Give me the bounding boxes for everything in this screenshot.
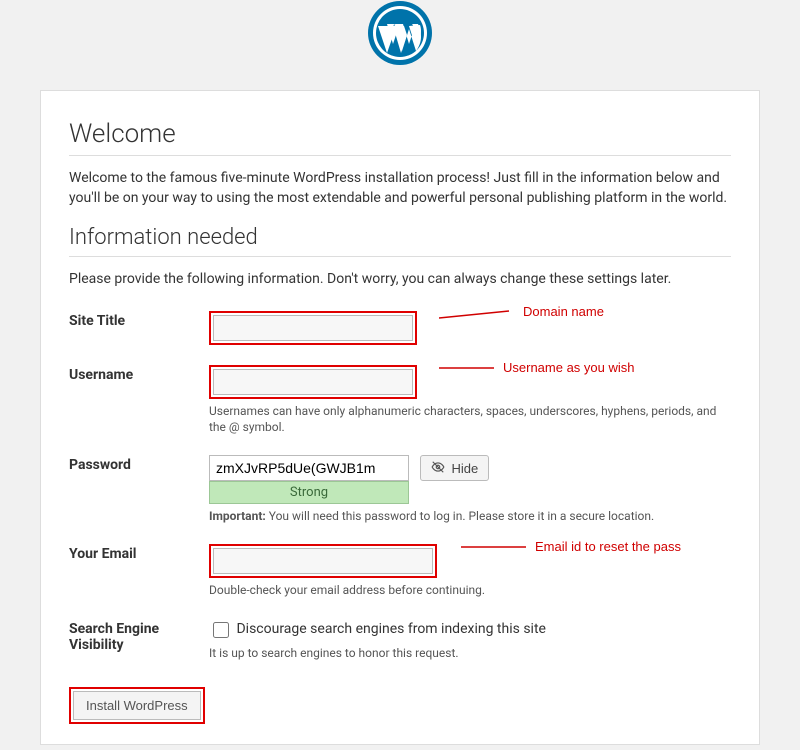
username-hint: Usernames can have only alphanumeric cha…: [209, 403, 731, 435]
email-hint: Double-check your email address before c…: [209, 582, 731, 598]
install-wordpress-button[interactable]: Install WordPress: [73, 691, 201, 720]
site-title-label: Site Title: [69, 301, 209, 355]
sev-checkbox[interactable]: [213, 622, 229, 638]
sev-hint: It is up to search engines to honor this…: [209, 645, 731, 661]
sev-label: Search Engine Visibility: [69, 609, 209, 671]
email-label: Your Email: [69, 534, 209, 608]
annotation-site-title: Domain name: [439, 307, 519, 321]
eye-slash-icon: [431, 460, 445, 477]
password-label: Password: [69, 445, 209, 534]
site-title-input[interactable]: [213, 315, 413, 341]
annotation-email: Email id to reset the pass: [461, 542, 531, 552]
password-important: Important: You will need this password t…: [209, 508, 731, 524]
username-label: Username: [69, 355, 209, 445]
password-strength-meter: Strong: [209, 481, 409, 504]
install-form: Site Title Domain name Username: [69, 301, 731, 671]
annotation-box: [209, 544, 437, 578]
install-card: Welcome Welcome to the famous five-minut…: [40, 90, 760, 745]
wordpress-logo-icon: [367, 0, 433, 66]
logo-bar: [5, 0, 795, 90]
email-input[interactable]: [213, 548, 433, 574]
annotation-box: [209, 365, 417, 399]
password-input[interactable]: [209, 455, 409, 481]
sev-checkbox-label: Discourage search engines from indexing …: [236, 621, 545, 637]
annotation-box: [209, 311, 417, 345]
welcome-text: Welcome to the famous five-minute WordPr…: [69, 168, 731, 209]
hide-password-label: Hide: [451, 461, 478, 476]
info-instruction: Please provide the following information…: [69, 269, 731, 289]
annotation-username: Username as you wish: [439, 363, 499, 373]
annotation-box: Install WordPress: [69, 687, 205, 724]
info-needed-heading: Information needed: [69, 225, 731, 257]
hide-password-button[interactable]: Hide: [420, 455, 489, 481]
username-input[interactable]: [213, 369, 413, 395]
sev-checkbox-wrap[interactable]: Discourage search engines from indexing …: [209, 621, 546, 637]
welcome-heading: Welcome: [69, 119, 731, 156]
